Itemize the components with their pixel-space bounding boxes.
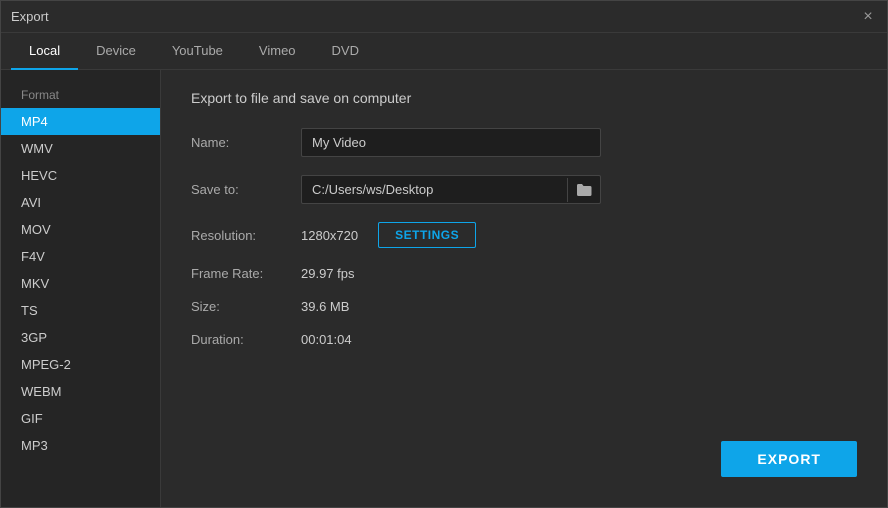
resolution-label: Resolution:: [191, 228, 301, 243]
name-label: Name:: [191, 135, 301, 150]
main-panel: Export to file and save on computer Name…: [161, 70, 887, 507]
export-button[interactable]: EXPORT: [721, 441, 857, 477]
frame-rate-value: 29.97 fps: [301, 266, 355, 281]
duration-label: Duration:: [191, 332, 301, 347]
resolution-row: Resolution: 1280x720 SETTINGS: [191, 222, 857, 248]
folder-icon: [576, 182, 592, 198]
size-value: 39.6 MB: [301, 299, 349, 314]
format-mp3[interactable]: MP3: [1, 432, 160, 459]
format-3gp[interactable]: 3GP: [1, 324, 160, 351]
browse-folder-button[interactable]: [567, 178, 600, 202]
name-row: Name:: [191, 128, 857, 157]
tab-youtube[interactable]: YouTube: [154, 33, 241, 70]
tab-dvd[interactable]: DVD: [314, 33, 377, 70]
format-ts[interactable]: TS: [1, 297, 160, 324]
settings-button[interactable]: SETTINGS: [378, 222, 476, 248]
format-avi[interactable]: AVI: [1, 189, 160, 216]
format-mp4[interactable]: MP4: [1, 108, 160, 135]
save-to-container: [301, 175, 601, 204]
format-f4v[interactable]: F4V: [1, 243, 160, 270]
format-webm[interactable]: WEBM: [1, 378, 160, 405]
frame-rate-row: Frame Rate: 29.97 fps: [191, 266, 857, 281]
save-to-row: Save to:: [191, 175, 857, 204]
export-area: EXPORT: [191, 365, 857, 487]
resolution-container: 1280x720 SETTINGS: [301, 222, 476, 248]
title-bar: Export ×: [1, 1, 887, 33]
duration-value: 00:01:04: [301, 332, 352, 347]
tab-local[interactable]: Local: [11, 33, 78, 70]
duration-row: Duration: 00:01:04: [191, 332, 857, 347]
format-mov[interactable]: MOV: [1, 216, 160, 243]
content-area: Format MP4 WMV HEVC AVI MOV F4V MKV TS 3…: [1, 70, 887, 507]
format-wmv[interactable]: WMV: [1, 135, 160, 162]
export-window: Export × Local Device YouTube Vimeo DVD …: [0, 0, 888, 508]
format-gif[interactable]: GIF: [1, 405, 160, 432]
size-row: Size: 39.6 MB: [191, 299, 857, 314]
window-title: Export: [11, 9, 49, 24]
resolution-value: 1280x720: [301, 228, 358, 243]
format-label: Format: [1, 80, 160, 108]
format-hevc[interactable]: HEVC: [1, 162, 160, 189]
tab-vimeo[interactable]: Vimeo: [241, 33, 314, 70]
frame-rate-label: Frame Rate:: [191, 266, 301, 281]
tab-device[interactable]: Device: [78, 33, 154, 70]
section-title: Export to file and save on computer: [191, 90, 857, 106]
save-to-input[interactable]: [302, 176, 567, 203]
format-mpeg2[interactable]: MPEG-2: [1, 351, 160, 378]
save-to-label: Save to:: [191, 182, 301, 197]
format-sidebar: Format MP4 WMV HEVC AVI MOV F4V MKV TS 3…: [1, 70, 161, 507]
size-label: Size:: [191, 299, 301, 314]
format-mkv[interactable]: MKV: [1, 270, 160, 297]
name-input[interactable]: [301, 128, 601, 157]
tab-bar: Local Device YouTube Vimeo DVD: [1, 33, 887, 70]
close-button[interactable]: ×: [859, 8, 877, 26]
